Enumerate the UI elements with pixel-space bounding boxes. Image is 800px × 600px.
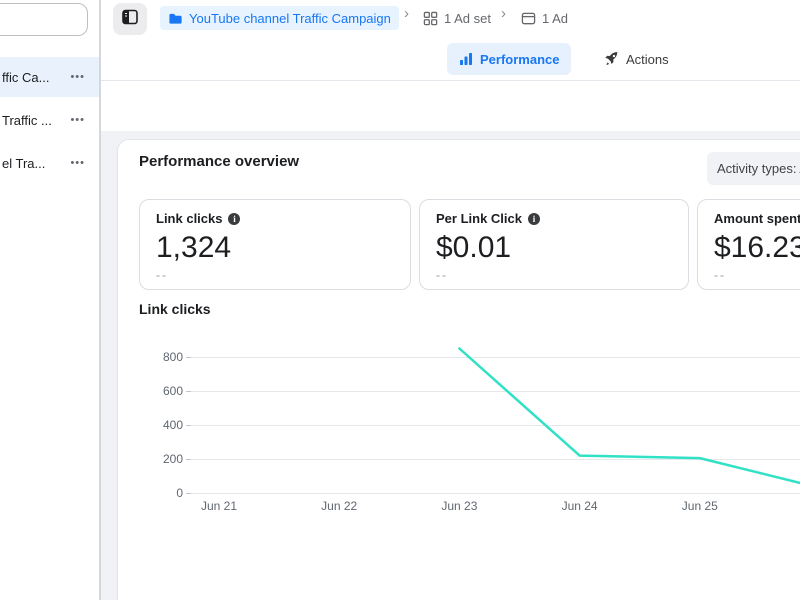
sidebar-item-label: Traffic ... [2,113,70,128]
top-bar: YouTube channel Traffic Campaign › 1 Ad … [101,0,800,81]
x-axis-label: Jun 25 [672,499,728,513]
y-axis-label: 400 [141,418,183,432]
page-title: Performance overview [139,153,299,170]
x-axis-label: Jun 23 [431,499,487,513]
campaign-sidebar: ffic Ca... ••• Traffic ... ••• el Tra...… [0,0,101,600]
metric-card: Per Link Click i $0.01 -- [419,199,689,290]
metric-secondary-value: -- [714,268,800,282]
item-menu-button[interactable]: ••• [70,71,85,83]
metric-label-row: Link clicks i [156,211,394,226]
info-icon[interactable]: i [528,213,540,225]
rocket-icon [603,51,619,67]
breadcrumb-ad-label: 1 Ad [542,11,568,26]
sidebar-toggle-icon [121,8,139,31]
y-axis-label: 200 [141,452,183,466]
metric-label-row: Amount spent i [714,211,800,226]
metric-card: Link clicks i 1,324 -- [139,199,411,290]
x-axis-label: Jun 22 [311,499,367,513]
metric-label: Amount spent [714,211,800,226]
metric-cards-row: Link clicks i 1,324 -- Per Link Click i … [139,199,800,290]
breadcrumb-campaign-label: YouTube channel Traffic Campaign [189,11,391,26]
y-axis-label: 600 [141,384,183,398]
sidebar-toggle-button[interactable] [113,3,147,35]
item-menu-button[interactable]: ••• [70,114,85,126]
series-link-clicks [459,349,800,488]
ad-frame-icon [521,11,536,26]
campaign-list: ffic Ca... ••• Traffic ... ••• el Tra...… [0,57,99,186]
folder-icon [168,11,183,26]
activity-types-filter[interactable]: Activity types: A [707,152,800,185]
x-axis-label: Jun 24 [552,499,608,513]
chart-line-svg [191,336,800,501]
tab-actions-label: Actions [626,52,669,67]
sidebar-campaign-item[interactable]: ffic Ca... ••• [0,57,99,97]
y-axis-label: 0 [141,486,183,500]
breadcrumb-ad[interactable]: 1 Ad [521,6,568,30]
metric-value: $0.01 [436,231,672,265]
search-input[interactable] [0,3,88,36]
sidebar-item-label: el Tra... [2,156,70,171]
metric-label-row: Per Link Click i [436,211,672,226]
tab-performance-label: Performance [480,52,559,67]
sidebar-campaign-item[interactable]: el Tra... ••• [0,143,99,183]
sidebar-campaign-item[interactable]: Traffic ... ••• [0,100,99,140]
y-axis-label: 800 [141,350,183,364]
breadcrumb-adset[interactable]: 1 Ad set [423,6,491,30]
metric-secondary-value: -- [156,268,394,282]
performance-overview-card: Performance overview Activity types: A L… [117,139,800,600]
chevron-right-icon: › [404,5,409,22]
adset-grid-icon [423,11,438,26]
metric-label: Link clicks [156,211,222,226]
metric-value: 1,324 [156,231,394,265]
metric-secondary-value: -- [436,268,672,282]
bar-chart-icon [459,52,473,66]
breadcrumb-campaign[interactable]: YouTube channel Traffic Campaign [160,6,399,30]
tab-actions[interactable]: Actions [591,43,681,75]
ads-manager-report: ffic Ca... ••• Traffic ... ••• el Tra...… [0,0,800,600]
metric-card: Amount spent i $16.23 -- [697,199,800,290]
info-icon[interactable]: i [228,213,240,225]
metric-value: $16.23 [714,231,800,265]
x-axis-label: Jun 21 [191,499,247,513]
item-menu-button[interactable]: ••• [70,157,85,169]
sidebar-item-label: ffic Ca... [2,70,70,85]
chart-title: Link clicks [139,301,211,317]
tab-performance[interactable]: Performance [447,43,571,75]
metric-label: Per Link Click [436,211,522,226]
breadcrumb-adset-label: 1 Ad set [444,11,491,26]
chevron-right-icon: › [501,5,506,22]
